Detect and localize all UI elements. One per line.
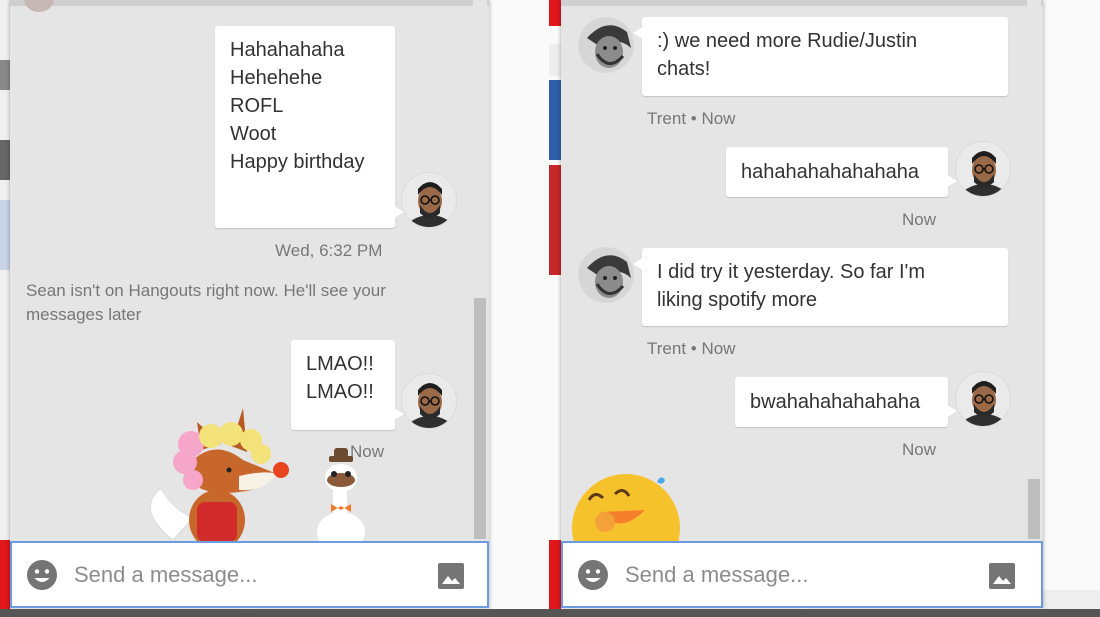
message-text: I did try it yesterday. So far I'm xyxy=(657,261,925,283)
scrollbar-thumb[interactable] xyxy=(1028,479,1040,539)
message-text: Woot xyxy=(230,123,277,145)
avatar[interactable] xyxy=(955,371,1011,427)
insert-photo-icon[interactable] xyxy=(436,561,466,591)
background-window-right xyxy=(1043,0,1100,617)
chat-window-right: :) we need more Rudie/Justin chats! Tren… xyxy=(561,0,1043,609)
avatar-partial xyxy=(24,0,54,12)
message-text: Hahahahaha xyxy=(230,39,345,61)
avatar[interactable] xyxy=(955,141,1011,197)
background-window-left xyxy=(0,0,10,617)
message-text: LMAO!! xyxy=(306,353,374,375)
avatar[interactable] xyxy=(401,373,457,429)
window-header-edge xyxy=(561,0,1043,6)
message-text: Happy birthday xyxy=(230,151,365,173)
status-message-line: Sean isn't on Hangouts right now. He'll … xyxy=(26,281,386,300)
message-sender-timestamp: Trent • Now xyxy=(647,109,736,128)
message-bubble: hahahahahahahaha xyxy=(726,147,957,197)
message-text: hahahahahahahaha xyxy=(741,161,919,183)
contact-avatar-icon xyxy=(579,248,633,302)
user-avatar-icon xyxy=(956,142,1010,196)
message-text: :) we need more Rudie/Justin xyxy=(657,30,918,52)
avatar[interactable] xyxy=(578,17,634,73)
status-message: Sean isn't on Hangouts right now. He'll … xyxy=(26,279,456,327)
user-avatar-icon xyxy=(402,173,456,227)
message-composer xyxy=(561,541,1043,608)
emoji-smiley-icon[interactable] xyxy=(577,559,609,591)
message-timestamp: Wed, 6:32 PM xyxy=(275,241,383,260)
emoji-smiley-icon[interactable] xyxy=(26,559,58,591)
user-avatar-icon xyxy=(402,374,456,428)
message-text: bwahahahahahaha xyxy=(750,391,921,413)
message-bubble: :) we need more Rudie/Justin chats! xyxy=(633,17,1008,96)
laughing-sticker xyxy=(572,474,680,542)
message-bubble: I did try it yesterday. So far I'm likin… xyxy=(633,248,1008,326)
user-avatar-icon xyxy=(956,372,1010,426)
message-timestamp: Now xyxy=(902,440,937,459)
message-text: ROFL xyxy=(230,95,284,117)
message-sender-timestamp: Trent • Now xyxy=(647,339,736,358)
insert-photo-icon[interactable] xyxy=(987,561,1017,591)
message-text: liking spotify more xyxy=(657,289,818,311)
message-bubble: Hahahahaha Hehehehe ROFL Woot Happy birt… xyxy=(215,26,404,228)
message-input[interactable] xyxy=(625,557,965,593)
message-composer xyxy=(10,541,489,608)
chat-window-left: Hahahahaha Hehehehe ROFL Woot Happy birt… xyxy=(10,0,489,609)
avatar[interactable] xyxy=(401,172,457,228)
window-header-edge xyxy=(10,0,489,6)
status-message-line: messages later xyxy=(26,305,142,324)
scrollbar[interactable] xyxy=(1027,0,1041,541)
message-bubble: bwahahahahahaha xyxy=(735,377,957,427)
message-input[interactable] xyxy=(74,557,414,593)
message-timestamp: Now xyxy=(902,210,937,229)
avatar[interactable] xyxy=(578,247,634,303)
taskbar-edge xyxy=(0,609,1100,617)
contact-avatar-icon xyxy=(579,18,633,72)
message-text: chats! xyxy=(657,58,711,80)
fox-and-goose-sticker xyxy=(150,408,365,542)
message-text: Hehehehe xyxy=(230,67,323,89)
background-window-middle xyxy=(489,0,561,617)
scrollbar-thumb[interactable] xyxy=(474,298,486,539)
